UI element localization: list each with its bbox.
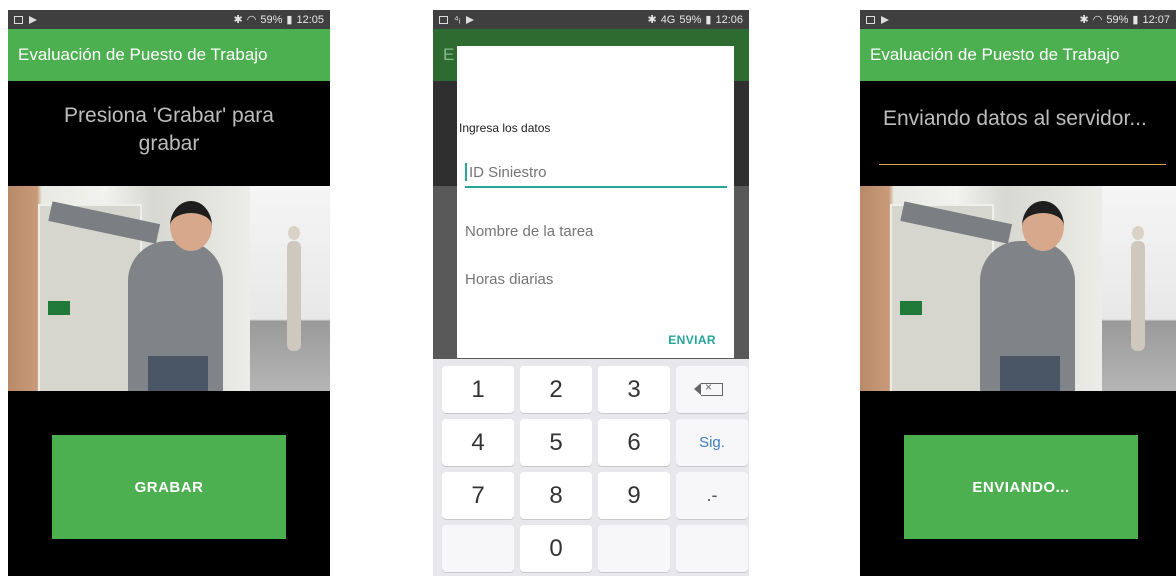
bluetooth-icon: ✱ bbox=[233, 14, 243, 26]
wifi-icon: ◠ bbox=[246, 14, 257, 26]
phone-screen-sending: ✱ ◠ 59% ▮ 12:07 Evaluación de Puesto de … bbox=[860, 10, 1176, 576]
mannequin-head-icon bbox=[1132, 226, 1144, 240]
person-pants bbox=[148, 356, 208, 391]
phone-screen-dialog: ⁴ᵢ ✱ 4G 59% ▮ 12:06 E Ingresa los datos … bbox=[433, 10, 749, 576]
person-head bbox=[170, 201, 212, 251]
key-next[interactable]: Sig. bbox=[676, 419, 748, 466]
key-2[interactable]: 2 bbox=[520, 366, 592, 413]
battery-icon: ▮ bbox=[1132, 14, 1139, 26]
battery-icon: ▮ bbox=[705, 14, 712, 26]
key-5[interactable]: 5 bbox=[520, 419, 592, 466]
sending-button[interactable]: ENVIANDO... bbox=[904, 435, 1138, 539]
clock: 12:06 bbox=[715, 13, 743, 26]
key-1[interactable]: 1 bbox=[442, 366, 514, 413]
claim-id-input[interactable] bbox=[465, 164, 730, 181]
battery-level: 59% bbox=[260, 13, 283, 26]
status-bar: ✱ ◠ 59% ▮ 12:07 bbox=[860, 10, 1176, 29]
key-4[interactable]: 4 bbox=[442, 419, 514, 466]
avatar-3d-view bbox=[1102, 186, 1176, 391]
key-backspace[interactable] bbox=[676, 366, 748, 413]
clock: 12:05 bbox=[296, 13, 324, 26]
dimmed-app-title: E bbox=[443, 45, 455, 64]
status-bar: ✱ ◠ 59% ▮ 12:05 bbox=[8, 10, 330, 29]
status-bar: ⁴ᵢ ✱ 4G 59% ▮ 12:06 bbox=[433, 10, 749, 29]
mannequin-icon bbox=[1131, 241, 1145, 351]
mannequin-icon bbox=[287, 241, 301, 351]
key-blank-left[interactable] bbox=[442, 525, 514, 572]
key-9[interactable]: 9 bbox=[598, 472, 670, 519]
camera-feed bbox=[8, 186, 250, 391]
camera-preview bbox=[8, 186, 330, 391]
input-underline bbox=[465, 186, 727, 188]
dialog-title: Ingresa los datos bbox=[459, 121, 551, 135]
clock: 12:07 bbox=[1142, 13, 1170, 26]
key-next-label: Sig. bbox=[699, 434, 725, 451]
send-button[interactable]: ENVIAR bbox=[662, 332, 722, 348]
instruction-text: Presiona 'Grabar' para grabar bbox=[64, 104, 274, 155]
battery-level: 59% bbox=[1106, 13, 1129, 26]
record-button[interactable]: GRABAR bbox=[52, 435, 286, 539]
camera-preview bbox=[860, 186, 1176, 391]
bluetooth-icon: ✱ bbox=[647, 14, 657, 26]
key-blank-middle[interactable] bbox=[598, 525, 670, 572]
battery-icon: ▮ bbox=[286, 14, 293, 26]
avatar-3d-view bbox=[250, 186, 330, 391]
progress-indicator bbox=[879, 164, 1166, 165]
key-7[interactable]: 7 bbox=[442, 472, 514, 519]
app-bar-title: Evaluación de Puesto de Trabajo bbox=[860, 29, 1176, 81]
key-symbols-label: .- bbox=[706, 485, 718, 505]
app-bar-title: Evaluación de Puesto de Trabajo bbox=[8, 29, 330, 81]
flag-icon bbox=[881, 15, 889, 24]
sending-status-text: Enviando datos al servidor... bbox=[883, 107, 1147, 130]
bluetooth-icon: ✱ bbox=[1079, 14, 1089, 26]
numeric-keyboard: 1 2 3 4 5 6 Sig. 7 8 9 .- 0 bbox=[433, 359, 749, 576]
task-name-input[interactable] bbox=[465, 223, 726, 240]
key-symbols[interactable]: .- bbox=[676, 472, 748, 519]
flag-icon bbox=[29, 15, 37, 24]
key-0[interactable]: 0 bbox=[520, 525, 592, 572]
phone-screen-record: ✱ ◠ 59% ▮ 12:05 Evaluación de Puesto de … bbox=[8, 10, 330, 576]
image-icon bbox=[866, 15, 875, 24]
network-type: 4G bbox=[660, 13, 676, 26]
signal-icon: ⁴ᵢ bbox=[454, 13, 461, 26]
battery-level: 59% bbox=[679, 13, 702, 26]
exit-sign-icon bbox=[900, 301, 922, 315]
backspace-icon bbox=[694, 380, 723, 396]
daily-hours-input[interactable] bbox=[465, 271, 726, 288]
key-8[interactable]: 8 bbox=[520, 472, 592, 519]
person-pants bbox=[1000, 356, 1060, 391]
mannequin-head-icon bbox=[288, 226, 300, 240]
key-6[interactable]: 6 bbox=[598, 419, 670, 466]
exit-sign-icon bbox=[48, 301, 70, 315]
flag-icon bbox=[466, 15, 475, 24]
key-3[interactable]: 3 bbox=[598, 366, 670, 413]
person-head bbox=[1022, 201, 1064, 251]
camera-feed bbox=[860, 186, 1102, 391]
image-icon bbox=[14, 15, 23, 24]
input-dialog: Ingresa los datos ENVIAR bbox=[457, 46, 734, 358]
image-icon bbox=[439, 15, 448, 24]
wifi-icon: ◠ bbox=[1092, 14, 1103, 26]
key-blank-right[interactable] bbox=[676, 525, 748, 572]
